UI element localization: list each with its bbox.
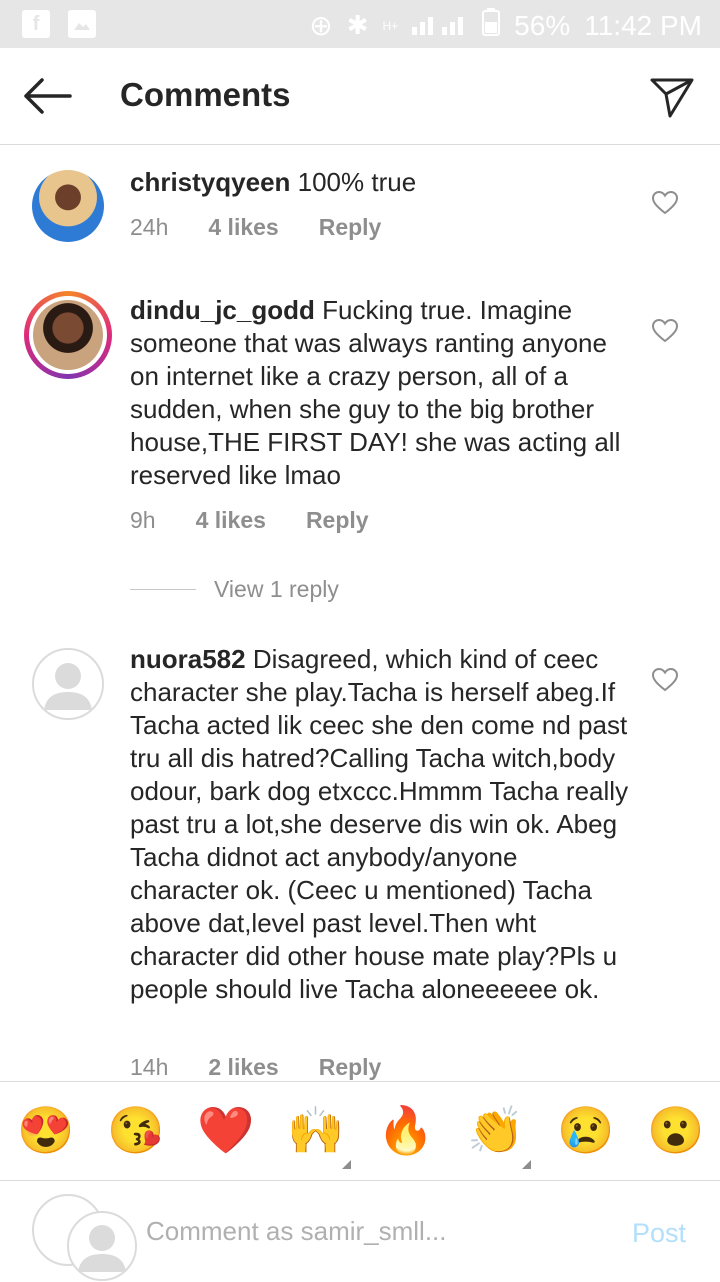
comment-meta: 14h 2 likes Reply	[130, 1054, 421, 1081]
clapping-emoji-icon[interactable]: 👏	[467, 1102, 524, 1158]
comment-meta: 24h 4 likes Reply	[130, 214, 421, 241]
status-bar: f ⊕ ✱ H+ 56% 11:42 PM	[0, 0, 720, 48]
comment-composer: Comment as samir_smll... Post	[0, 1180, 720, 1281]
comment-text: 100% true	[297, 167, 417, 197]
view-replies-button[interactable]: View 1 reply	[130, 576, 339, 603]
comment-text: Disagreed, which kind of ceec character …	[130, 644, 629, 1004]
comment-input[interactable]: Comment as samir_smll...	[146, 1216, 447, 1247]
send-direct-icon[interactable]	[648, 72, 696, 120]
crying-emoji-icon[interactable]: 😢	[557, 1102, 614, 1158]
divider	[130, 589, 196, 590]
like-heart-icon[interactable]	[651, 667, 679, 692]
kiss-emoji-icon[interactable]: 😘	[107, 1102, 164, 1158]
heart-eyes-emoji-icon[interactable]: 😍	[17, 1102, 74, 1158]
skin-tone-indicator-icon	[342, 1160, 351, 1169]
emoji-quick-bar: 😍 😘 ❤️ 🙌 🔥 👏 😢 😮	[0, 1081, 720, 1181]
data-saver-icon: ⊕	[309, 10, 333, 41]
red-heart-emoji-icon[interactable]: ❤️	[197, 1102, 254, 1158]
comment-likes[interactable]: 4 likes	[208, 214, 278, 241]
clock: 11:42 PM	[584, 9, 702, 41]
avatar[interactable]	[24, 291, 112, 379]
comment-time: 9h	[130, 507, 156, 533]
post-button[interactable]: Post	[632, 1218, 686, 1249]
page-title: Comments	[120, 76, 291, 113]
back-arrow-icon[interactable]	[20, 72, 76, 120]
bluetooth-icon: ✱	[346, 10, 369, 40]
battery-icon	[482, 8, 501, 43]
app-bar: Comments	[0, 48, 720, 145]
avatar[interactable]	[32, 170, 104, 242]
signal-icon	[412, 10, 468, 42]
image-notification-icon	[68, 10, 96, 38]
fire-emoji-icon[interactable]: 🔥	[377, 1102, 434, 1158]
reply-button[interactable]: Reply	[319, 1054, 382, 1081]
comment-username[interactable]: nuora582	[130, 644, 246, 674]
network-type: H+	[382, 18, 399, 33]
avatar[interactable]	[32, 648, 104, 720]
comment-time: 14h	[130, 1054, 169, 1080]
skin-tone-indicator-icon	[522, 1160, 531, 1169]
comment-likes[interactable]: 4 likes	[196, 507, 266, 534]
comment-likes[interactable]: 2 likes	[208, 1054, 278, 1081]
battery-percent: 56%	[514, 9, 571, 41]
reply-button[interactable]: Reply	[306, 507, 369, 534]
comment-meta: 9h 4 likes Reply	[130, 507, 409, 534]
reply-button[interactable]: Reply	[319, 214, 382, 241]
facebook-notification-icon: f	[22, 10, 50, 38]
raised-hands-emoji-icon[interactable]: 🙌	[287, 1102, 344, 1158]
like-heart-icon[interactable]	[651, 318, 679, 343]
comment-username[interactable]: dindu_jc_godd	[130, 295, 315, 325]
surprised-emoji-icon[interactable]: 😮	[647, 1102, 704, 1158]
view-replies-label: View 1 reply	[214, 576, 339, 602]
avatar	[32, 1194, 137, 1281]
comment-username[interactable]: christyqyeen	[130, 167, 290, 197]
comment-time: 24h	[130, 214, 169, 240]
like-heart-icon[interactable]	[651, 190, 679, 215]
